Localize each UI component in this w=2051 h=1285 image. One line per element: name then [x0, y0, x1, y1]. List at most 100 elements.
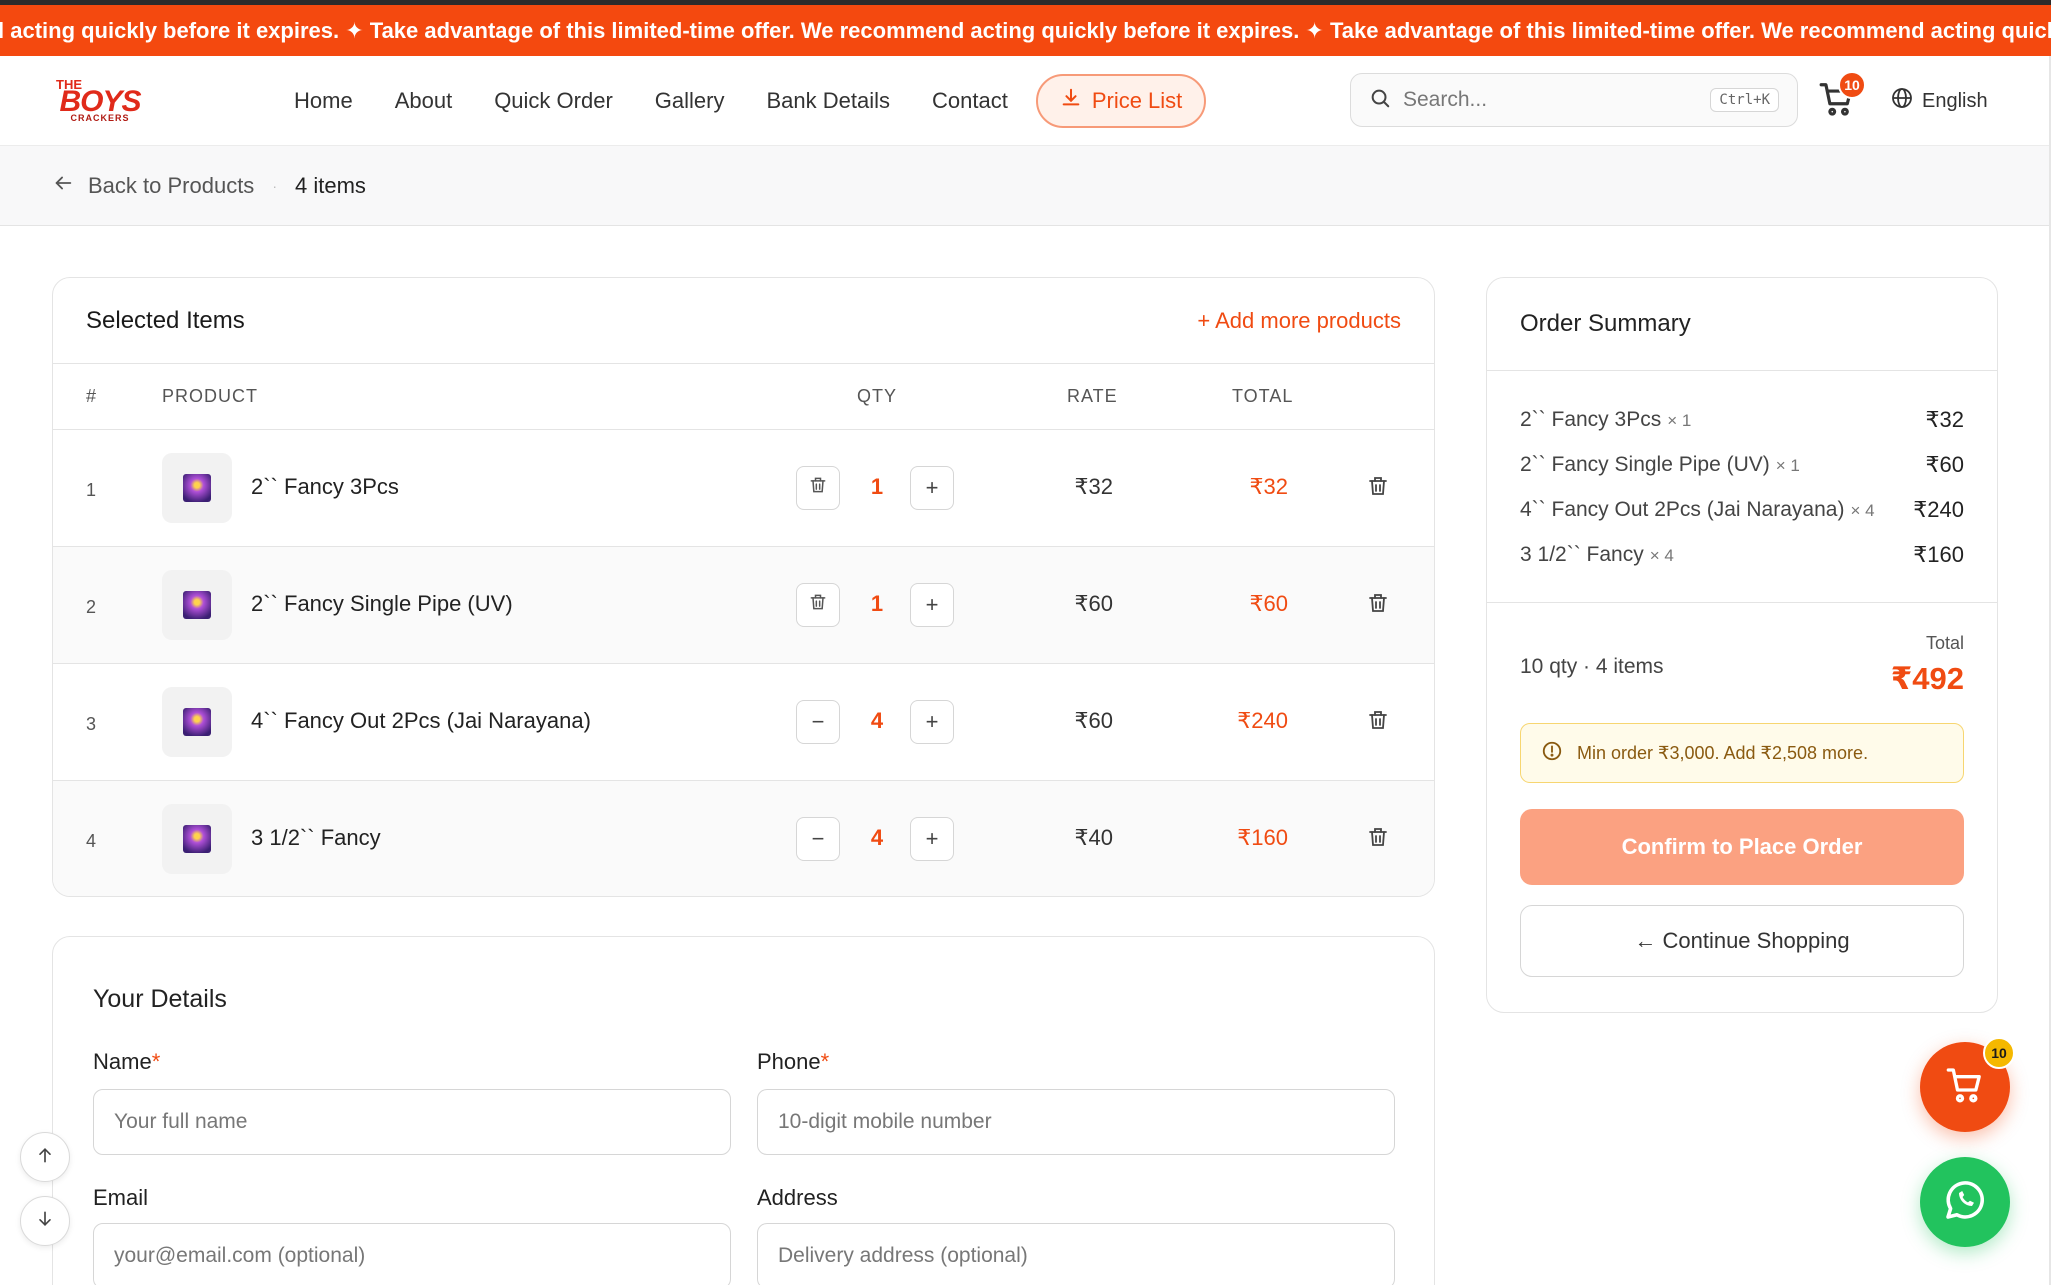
- table-row: 1 2`` Fancy 3Pcs 1 + ₹32 ₹32: [53, 430, 1434, 547]
- firework-image: [183, 591, 211, 619]
- delete-item-button[interactable]: [1366, 708, 1392, 734]
- product-name: 2`` Fancy 3Pcs: [251, 474, 399, 499]
- cart-icon: [1818, 83, 1856, 122]
- whatsapp-button[interactable]: [1920, 1157, 2010, 1247]
- summary-item-name: 3 1/2`` Fancy: [1520, 542, 1644, 566]
- list-item: 3 1/2`` Fancy × 4 ₹160: [1520, 532, 1964, 577]
- plus-icon: +: [925, 592, 939, 617]
- trash-icon: [808, 475, 828, 501]
- increase-quantity-button[interactable]: +: [910, 817, 954, 861]
- plus-icon: +: [925, 709, 939, 734]
- delete-item-button[interactable]: [1366, 825, 1392, 851]
- breadcrumb-separator: ·: [272, 177, 277, 194]
- product-thumbnail: [162, 453, 232, 523]
- selected-items-title: Selected Items: [86, 306, 245, 334]
- promo-text: l acting quickly before it expires. ✦ Ta…: [0, 18, 2051, 43]
- col-product: PRODUCT: [162, 386, 258, 406]
- table-row: 4 3 1/2`` Fancy − 4 + ₹40 ₹160: [53, 781, 1434, 896]
- col-qty: QTY: [857, 386, 898, 406]
- nav-quick-order[interactable]: Quick Order: [494, 88, 613, 114]
- search-input[interactable]: [1403, 88, 1683, 112]
- main-nav: Home About Quick Order Gallery Bank Deta…: [294, 73, 1207, 128]
- summary-item-amount: ₹160: [1913, 541, 1964, 567]
- site-header: THE BOYS CRACKERS Home About Quick Order…: [0, 56, 2051, 146]
- items-table-body: 1 2`` Fancy 3Pcs 1 + ₹32 ₹32 2 2`` Fancy…: [53, 430, 1434, 896]
- arrow-up-icon: [35, 1145, 55, 1170]
- brand-logo[interactable]: THE BOYS CRACKERS: [52, 76, 148, 126]
- increase-quantity-button[interactable]: +: [910, 466, 954, 510]
- search-icon: [1369, 87, 1391, 114]
- price-list-button[interactable]: Price List: [1035, 73, 1207, 128]
- logo-line-2: BOYS: [59, 84, 141, 118]
- details-title: Your Details: [93, 985, 227, 1013]
- price-list-label: Price List: [1091, 87, 1183, 113]
- nav-about[interactable]: About: [395, 88, 453, 114]
- total-value: ₹492: [1890, 661, 1964, 696]
- back-to-products-link[interactable]: Back to Products: [52, 172, 254, 200]
- plus-icon: +: [925, 475, 939, 500]
- required-mark: *: [151, 1049, 161, 1074]
- row-rate: ₹60: [1074, 591, 1113, 616]
- arrow-left-icon: [52, 172, 74, 200]
- email-field[interactable]: [93, 1223, 731, 1285]
- nav-contact[interactable]: Contact: [932, 88, 1008, 114]
- language-selector[interactable]: English: [1890, 86, 1988, 116]
- breadcrumb: Back to Products · 4 items: [0, 146, 2051, 226]
- increase-quantity-button[interactable]: +: [910, 583, 954, 627]
- summary-item-qty: × 4: [1850, 500, 1875, 520]
- search-box[interactable]: Ctrl+K: [1350, 73, 1798, 127]
- trash-icon: [808, 592, 828, 618]
- back-label: Back to Products: [88, 172, 255, 198]
- globe-icon: [1890, 86, 1914, 116]
- table-row: 3 4`` Fancy Out 2Pcs (Jai Narayana) − 4 …: [53, 664, 1434, 781]
- scroll-up-button[interactable]: [20, 1132, 70, 1182]
- decrease-quantity-button[interactable]: −: [796, 700, 840, 744]
- row-total: ₹60: [1249, 591, 1288, 616]
- product-thumbnail: [162, 570, 232, 640]
- confirm-order-button[interactable]: Confirm to Place Order: [1520, 809, 1964, 885]
- remove-one-button[interactable]: [796, 466, 840, 510]
- delete-item-button[interactable]: [1366, 474, 1392, 500]
- nav-gallery[interactable]: Gallery: [655, 88, 725, 114]
- summary-qty-count: 10 qty · 4 items: [1520, 655, 1664, 678]
- address-label: Address: [757, 1185, 838, 1210]
- summary-item-qty: × 1: [1775, 455, 1800, 475]
- name-field[interactable]: [93, 1089, 731, 1155]
- name-label: Name*: [93, 1049, 160, 1075]
- info-circle-icon: [1541, 740, 1563, 767]
- quantity-value: 4: [870, 825, 884, 850]
- address-field[interactable]: [757, 1223, 1395, 1285]
- list-item: 4`` Fancy Out 2Pcs (Jai Narayana) × 4 ₹24…: [1520, 487, 1964, 532]
- nav-home[interactable]: Home: [294, 88, 353, 114]
- add-more-products-link[interactable]: + Add more products: [1197, 308, 1401, 334]
- continue-shopping-button[interactable]: ← Continue Shopping: [1520, 905, 1964, 977]
- summary-item-qty: × 1: [1667, 410, 1692, 430]
- whatsapp-icon: [1941, 1176, 1989, 1229]
- remove-one-button[interactable]: [796, 583, 840, 627]
- phone-label-text: Phone: [757, 1049, 821, 1074]
- delete-item-button[interactable]: [1366, 591, 1392, 617]
- row-index: 2: [86, 597, 97, 617]
- trash-icon: [1366, 477, 1390, 502]
- firework-image: [183, 474, 211, 502]
- phone-field[interactable]: [757, 1089, 1395, 1155]
- min-order-text: Min order ₹3,000. Add ₹2,508 more.: [1577, 742, 1869, 763]
- summary-item-amount: ₹240: [1913, 496, 1964, 522]
- product-name: 2`` Fancy Single Pipe (UV): [251, 591, 513, 616]
- plus-icon: +: [925, 826, 939, 851]
- decrease-quantity-button[interactable]: −: [796, 817, 840, 861]
- scroll-down-button[interactable]: [20, 1196, 70, 1246]
- summary-items-list: 2`` Fancy 3Pcs × 1 ₹32 2`` Fancy Single P…: [1487, 371, 1997, 603]
- required-mark: *: [820, 1049, 830, 1074]
- summary-item-amount: ₹32: [1925, 406, 1964, 432]
- nav-bank-details[interactable]: Bank Details: [766, 88, 890, 114]
- cart-icon: [1945, 1065, 1985, 1110]
- increase-quantity-button[interactable]: +: [910, 700, 954, 744]
- your-details-card: Your Details Name* Phone* Email Address: [52, 936, 1435, 1285]
- summary-item-name: 4`` Fancy Out 2Pcs (Jai Narayana): [1520, 497, 1845, 521]
- summary-item-name: 2`` Fancy 3Pcs: [1520, 407, 1662, 431]
- list-item: 2`` Fancy 3Pcs × 1 ₹32: [1520, 397, 1964, 442]
- selected-items-header: Selected Items + Add more products: [53, 278, 1434, 364]
- selected-items-card: Selected Items + Add more products # PRO…: [52, 277, 1435, 897]
- col-rate: RATE: [1067, 386, 1118, 406]
